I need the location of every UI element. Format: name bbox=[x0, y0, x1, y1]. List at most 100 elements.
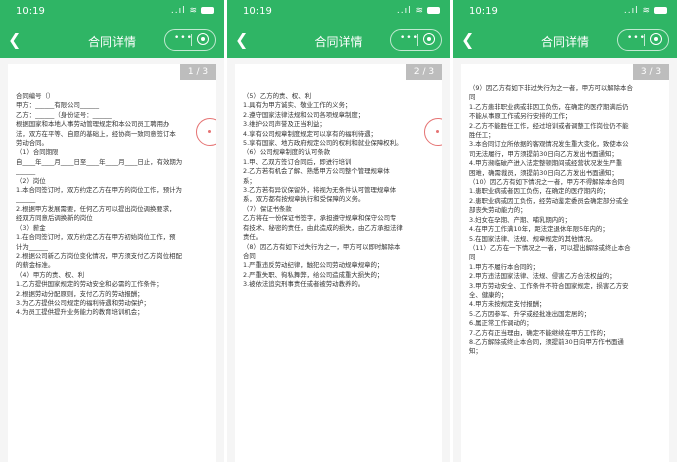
contract-line: ______ bbox=[16, 195, 36, 204]
contract-line: 4.甲方濒临破产进入法定整顿期间或经营状况发生严重 bbox=[469, 159, 623, 168]
content-area[interactable]: 1 / 3 合同编号（） 甲方：______有限公司______ 乙方：____… bbox=[0, 58, 224, 462]
contract-line: 经双方同意后调换新的岗位 bbox=[16, 214, 93, 223]
contract-line: 乙方：______（身份证号：______ bbox=[16, 110, 112, 119]
signal-icon: ..ıl bbox=[396, 6, 412, 16]
miniprogram-capsule[interactable]: ••• bbox=[164, 29, 216, 51]
battery-icon bbox=[201, 7, 214, 14]
contract-line: 合同编号（） bbox=[16, 92, 55, 100]
contract-line: 胜任工； bbox=[469, 131, 495, 140]
contract-line: 4.为员工提供提升业务能力的教育培训机会； bbox=[16, 308, 144, 317]
contract-line: 计为______ bbox=[16, 242, 48, 251]
nav-bar: ❮ 合同详情 ••• bbox=[453, 26, 677, 56]
contract-line: （4）甲方的责、权、利 bbox=[16, 270, 84, 279]
contract-line: 3.为乙方提供公司规定的福利待遇和劳动保护； bbox=[16, 298, 150, 307]
contract-text: （5）乙方的责、权、利 1.具有为甲方诚实、敬业工作的义务； 2.遵守国家法律法… bbox=[243, 92, 430, 290]
contract-line: 5.在国家法律、法规、规章规定的其他情况。 bbox=[469, 234, 597, 243]
contract-line: 3.妇女在孕期、产期、哺乳期内的； bbox=[469, 215, 571, 224]
contract-line: 法，双方在平等、自愿的基础上，经协商一致同意签订本 bbox=[16, 129, 176, 138]
status-icons: ..ıl ≋ bbox=[171, 6, 214, 16]
status-time: 10:19 bbox=[469, 6, 498, 17]
nav-bar: ❮ 合同详情 ••• bbox=[227, 26, 450, 56]
page-indicator: 3 / 3 bbox=[633, 64, 669, 80]
status-bar: 10:19 ..ıl ≋ bbox=[227, 0, 450, 22]
contract-line: 2.根据劳动分配原则，支付乙方的劳动报酬； bbox=[16, 289, 144, 298]
content-area[interactable]: 2 / 3 （5）乙方的责、权、利 1.具有为甲方诚实、敬业工作的义务； 2.遵… bbox=[227, 58, 450, 462]
contract-line: 知； bbox=[469, 347, 482, 356]
contract-line: 3.维护公司声誉及正当利益； bbox=[243, 120, 326, 129]
contract-text: 合同编号（） 甲方：______有限公司______ 乙方：______（身份证… bbox=[16, 92, 204, 318]
contract-line: 7.乙方有正当理由，确定不能继续在甲方工作的； bbox=[469, 328, 610, 337]
contract-line: （2）岗位 bbox=[16, 176, 46, 185]
contract-line: 劳动合同。 bbox=[16, 139, 48, 148]
status-icons: ..ıl ≋ bbox=[397, 6, 440, 16]
contract-line: 1.乙方患非职业病或非因工负伤，在确定的医疗期满后仍 bbox=[469, 102, 629, 111]
contract-line: 4.甲方未按规定支付报酬； bbox=[469, 300, 546, 309]
battery-icon bbox=[427, 7, 440, 14]
contract-line: 1.甲、乙双方签订合同后，即进行培训 bbox=[243, 157, 352, 166]
contract-line: （10）因乙方有如下情况之一者，甲方不得解除本合同 bbox=[469, 178, 625, 187]
contract-line: 责任。 bbox=[243, 233, 263, 242]
contract-line: 2.根据公司新乙方岗位变化情况，甲方须支付乙方岗位相配 bbox=[16, 251, 182, 260]
contract-line: 部丧失劳动能力的； bbox=[469, 206, 527, 215]
contract-line: 4.享有公司规章制度规定可以享有的福利待遇； bbox=[243, 129, 377, 138]
capsule-divider bbox=[417, 34, 418, 46]
contract-text: （9）因乙方有如下非过失行为之一者，甲方可以解除本合 同 1.乙方患非职业病或非… bbox=[469, 84, 657, 357]
close-target-icon[interactable] bbox=[423, 33, 435, 45]
page-indicator: 2 / 3 bbox=[406, 64, 442, 80]
contract-line: 合同 bbox=[243, 251, 256, 260]
contract-line: 系； bbox=[243, 176, 256, 185]
contract-page[interactable]: 1 / 3 合同编号（） 甲方：______有限公司______ 乙方：____… bbox=[8, 64, 216, 462]
contract-line: ______ bbox=[16, 167, 36, 176]
miniprogram-capsule[interactable]: ••• bbox=[617, 29, 669, 51]
contract-line: 同 bbox=[469, 253, 476, 262]
wifi-icon: ≋ bbox=[415, 6, 424, 16]
page-indicator: 1 / 3 bbox=[180, 64, 216, 80]
contract-line: 有技术、秘密的责任，由此造成的损失，由乙方承担法律 bbox=[243, 223, 403, 232]
contract-line: 根据国家和本地人事劳动管理规定和本公司员工聘用办 bbox=[16, 120, 170, 129]
status-bar: 10:19 ..ıl ≋ bbox=[453, 0, 677, 22]
contract-line: 乙方将在一份保证书签字，承担遵守规章和保守公司专 bbox=[243, 214, 397, 223]
contract-line: 不能从事原工作或另行安排的工作； bbox=[469, 112, 572, 121]
contract-line: 2.根据甲方发展需要，任何乙方可以提出岗位调换要求， bbox=[16, 204, 176, 213]
contract-line: （1）合同期限 bbox=[16, 148, 59, 157]
contract-line: 8.乙方解除或终止本合同，须提前30日向甲方作书面通 bbox=[469, 337, 624, 346]
content-area[interactable]: 3 / 3 （9）因乙方有如下非过失行为之一者，甲方可以解除本合 同 1.乙方患… bbox=[453, 58, 677, 462]
contract-line: （5）乙方的责、权、利 bbox=[243, 92, 311, 100]
contract-line: 3.乙方若有异议保留外，将视为无条件认可管理规章体 bbox=[243, 186, 397, 195]
contract-line: 2.患职业病或因工负伤，经劳动鉴定委员会确定部分或全 bbox=[469, 196, 629, 205]
contract-line: （3）薪金 bbox=[16, 223, 46, 232]
capsule-divider bbox=[644, 34, 645, 46]
contract-line: 1.乙方提供国家规定的劳动安全和必需的工作条件； bbox=[16, 280, 163, 289]
contract-line: 1.本合同签订时，双方约定乙方在甲方的岗位工作，预计为 bbox=[16, 186, 182, 195]
phone-screen-1: 10:19 ..ıl ≋ ❮ 合同详情 ••• 1 / 3 合同编号（） 甲方：… bbox=[0, 0, 224, 462]
close-target-icon[interactable] bbox=[650, 33, 662, 45]
miniprogram-capsule[interactable]: ••• bbox=[390, 29, 442, 51]
wifi-icon: ≋ bbox=[642, 6, 651, 16]
contract-line: 1.在合同签订时，双方约定乙方在甲方初始岗位工作，预 bbox=[16, 233, 176, 242]
close-target-icon[interactable] bbox=[197, 33, 209, 45]
contract-line: （6）公司规章制度的认可条款 bbox=[243, 148, 331, 157]
contract-line: 同 bbox=[469, 93, 476, 102]
status-time: 10:19 bbox=[16, 6, 45, 17]
signal-icon: ..ıl bbox=[623, 6, 639, 16]
contract-line: 3.被依法追究刑事责任或者被劳动教养的。 bbox=[243, 280, 365, 289]
contract-line: 2.乙方不能胜任工作，经过培训或者调整工作岗位仍不能 bbox=[469, 121, 629, 130]
contract-line: （9）因乙方有如下非过失行为之一者，甲方可以解除本合 bbox=[469, 84, 633, 92]
contract-line: 5.享有国家、地方政府规定公司的权利和就业保障权利。 bbox=[243, 139, 403, 148]
capsule-divider bbox=[191, 34, 192, 46]
contract-line: （8）因乙方有如下过失行为之一，甲方可以即时解除本 bbox=[243, 242, 401, 251]
contract-line: （7）保证书条款 bbox=[243, 204, 292, 213]
phone-screen-3: 10:19 ..ıl ≋ ❮ 合同详情 ••• 3 / 3 （9）因乙方有如下非… bbox=[453, 0, 677, 462]
contract-line: 2.遵守国家法律法规和公司各项规章制度； bbox=[243, 110, 365, 119]
contract-line: 3.本合同订立所依据的客观情况发生重大变化，致使本公 bbox=[469, 140, 629, 149]
contract-page[interactable]: 3 / 3 （9）因乙方有如下非过失行为之一者，甲方可以解除本合 同 1.乙方患… bbox=[461, 64, 669, 462]
contract-line: 的薪金标准。 bbox=[16, 261, 55, 270]
contract-line: 2.甲方违法国家法律、法规、侵害乙方合法权益的； bbox=[469, 272, 616, 281]
contract-page[interactable]: 2 / 3 （5）乙方的责、权、利 1.具有为甲方诚实、敬业工作的义务； 2.遵… bbox=[235, 64, 442, 462]
screenshot-row: 10:19 ..ıl ≋ ❮ 合同详情 ••• 1 / 3 合同编号（） 甲方：… bbox=[0, 0, 677, 462]
contract-line: 1.具有为甲方诚实、敬业工作的义务； bbox=[243, 101, 352, 110]
contract-line: 司无法履行，甲方须提前30日向乙方发出书面通知； bbox=[469, 149, 618, 158]
wifi-icon: ≋ bbox=[189, 6, 198, 16]
status-icons: ..ıl ≋ bbox=[624, 6, 667, 16]
contract-line: 1.严重违反劳动纪律，触犯公司劳动规章规章的； bbox=[243, 261, 384, 270]
